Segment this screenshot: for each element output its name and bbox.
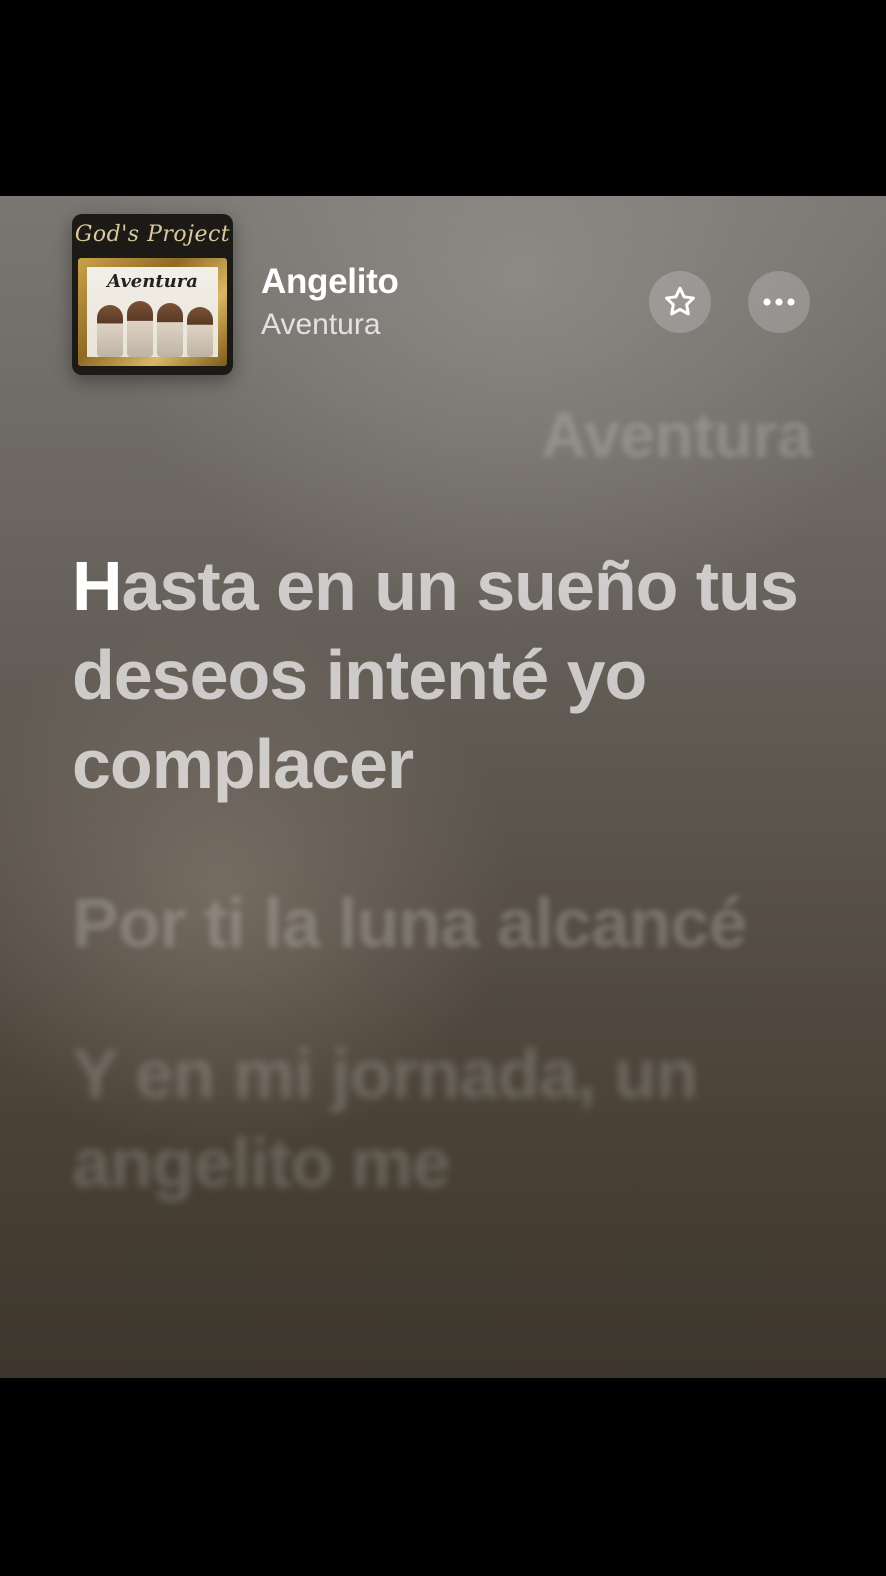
album-art-logo: Aventura [107,271,198,292]
lyric-line-active[interactable]: Hasta en un sueño tus deseos intenté yo … [72,542,812,809]
lyrics-list[interactable]: Hasta en un sueño tus deseos intenté yo … [72,542,812,1208]
favorite-button[interactable] [649,271,711,333]
album-art-figure [127,301,153,357]
lyric-line-next[interactable]: Por ti la luna alcancé [72,879,812,968]
now-playing-header: God's Project Aventura Angelito Aventura [72,214,814,376]
lyrics-screen: God's Project Aventura Angelito Aventura [0,196,886,1378]
album-art-photo: Aventura [87,267,218,357]
album-art-figure [97,305,123,357]
ellipsis-icon [763,298,795,306]
album-art-frame: Aventura [78,258,227,366]
more-options-button[interactable] [748,271,810,333]
album-art-title: God's Project [74,222,231,247]
track-info[interactable]: Angelito Aventura [261,262,399,344]
star-outline-icon [665,286,695,316]
song-artist: Aventura [261,308,381,341]
album-art-figure [157,303,183,357]
lyrics-credit-line: Aventura [540,399,813,471]
lyric-sung-part: H [72,547,123,625]
song-title: Angelito [261,262,399,301]
album-art-figure [187,307,213,357]
album-art[interactable]: God's Project Aventura [72,214,233,375]
lyric-line-later[interactable]: Y en mi jornada, un angelito me [72,1030,812,1208]
lyric-unsung-part: asta en un sueño tus deseos intenté yo c… [72,547,799,803]
